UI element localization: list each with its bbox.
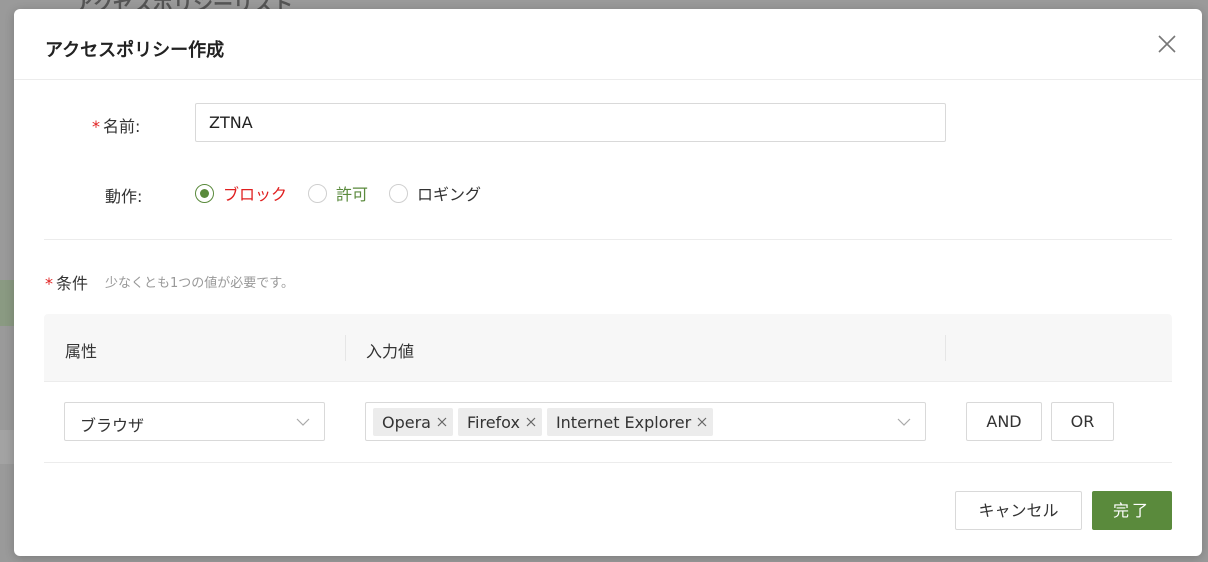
- remove-tag-icon[interactable]: [524, 415, 538, 429]
- or-button[interactable]: OR: [1051, 402, 1114, 441]
- required-mark: *: [45, 274, 53, 293]
- radio-allow-label: 許可: [336, 185, 369, 204]
- name-input[interactable]: [195, 103, 946, 142]
- remove-tag-icon[interactable]: [435, 415, 449, 429]
- chevron-down-icon: [897, 418, 911, 426]
- column-header-value: 入力値: [366, 342, 415, 361]
- complete-button[interactable]: 完了: [1092, 491, 1172, 530]
- close-button[interactable]: [1156, 33, 1178, 55]
- attribute-select-value: ブラウザ: [80, 416, 145, 435]
- chevron-down-icon: [296, 418, 310, 426]
- attribute-select[interactable]: ブラウザ: [64, 402, 325, 441]
- column-separator: [345, 335, 346, 361]
- dialog-header: アクセスポリシー作成: [14, 9, 1202, 80]
- value-tag: Firefox: [457, 408, 542, 436]
- radio-block-label: ブロック: [223, 185, 288, 204]
- radio-unchecked-icon: [308, 183, 328, 203]
- value-tag: Internet Explorer: [546, 408, 714, 436]
- row-divider: [44, 462, 1172, 463]
- radio-allow[interactable]: 許可: [308, 181, 368, 205]
- action-label: 動作:: [105, 187, 143, 206]
- name-label-text: 名前:: [103, 117, 141, 136]
- background-nav-item: [0, 430, 14, 464]
- radio-block[interactable]: ブロック: [195, 181, 287, 205]
- close-icon: [1158, 35, 1176, 53]
- column-header-attribute: 属性: [65, 342, 98, 361]
- value-tag-label: Internet Explorer: [555, 412, 692, 432]
- section-divider: [44, 239, 1172, 240]
- radio-logging-label: ロギング: [417, 185, 482, 204]
- conditions-table-header: 属性 入力値: [44, 314, 1172, 382]
- conditions-label: * 条件: [45, 270, 88, 294]
- action-radio-group: ブロック 許可 ロギング: [195, 181, 502, 205]
- radio-logging[interactable]: ロギング: [389, 181, 481, 205]
- required-mark: *: [92, 117, 100, 136]
- remove-tag-icon[interactable]: [695, 415, 709, 429]
- cancel-button[interactable]: キャンセル: [955, 491, 1082, 530]
- value-tag-label: Opera: [382, 412, 431, 432]
- selected-values: Opera Firefox Internet Explorer: [373, 408, 718, 436]
- background-nav-item: [0, 280, 14, 326]
- radio-checked-icon: [195, 183, 214, 203]
- conditions-label-text: 条件: [56, 274, 89, 293]
- create-policy-dialog: アクセスポリシー作成 *名前: 動作: ブロック 許可 ロギング *条件 少なく…: [14, 9, 1202, 556]
- values-multiselect[interactable]: Opera Firefox Internet Explorer: [365, 402, 926, 441]
- conditions-hint: 少なくとも1つの値が必要です。: [105, 276, 294, 291]
- value-tag: Opera: [373, 408, 453, 436]
- name-label: * 名前:: [92, 113, 140, 137]
- and-button[interactable]: AND: [966, 402, 1042, 441]
- value-tag-label: Firefox: [466, 412, 520, 432]
- dialog-title: アクセスポリシー作成: [45, 40, 225, 61]
- radio-unchecked-icon: [389, 183, 409, 203]
- column-separator: [945, 335, 946, 361]
